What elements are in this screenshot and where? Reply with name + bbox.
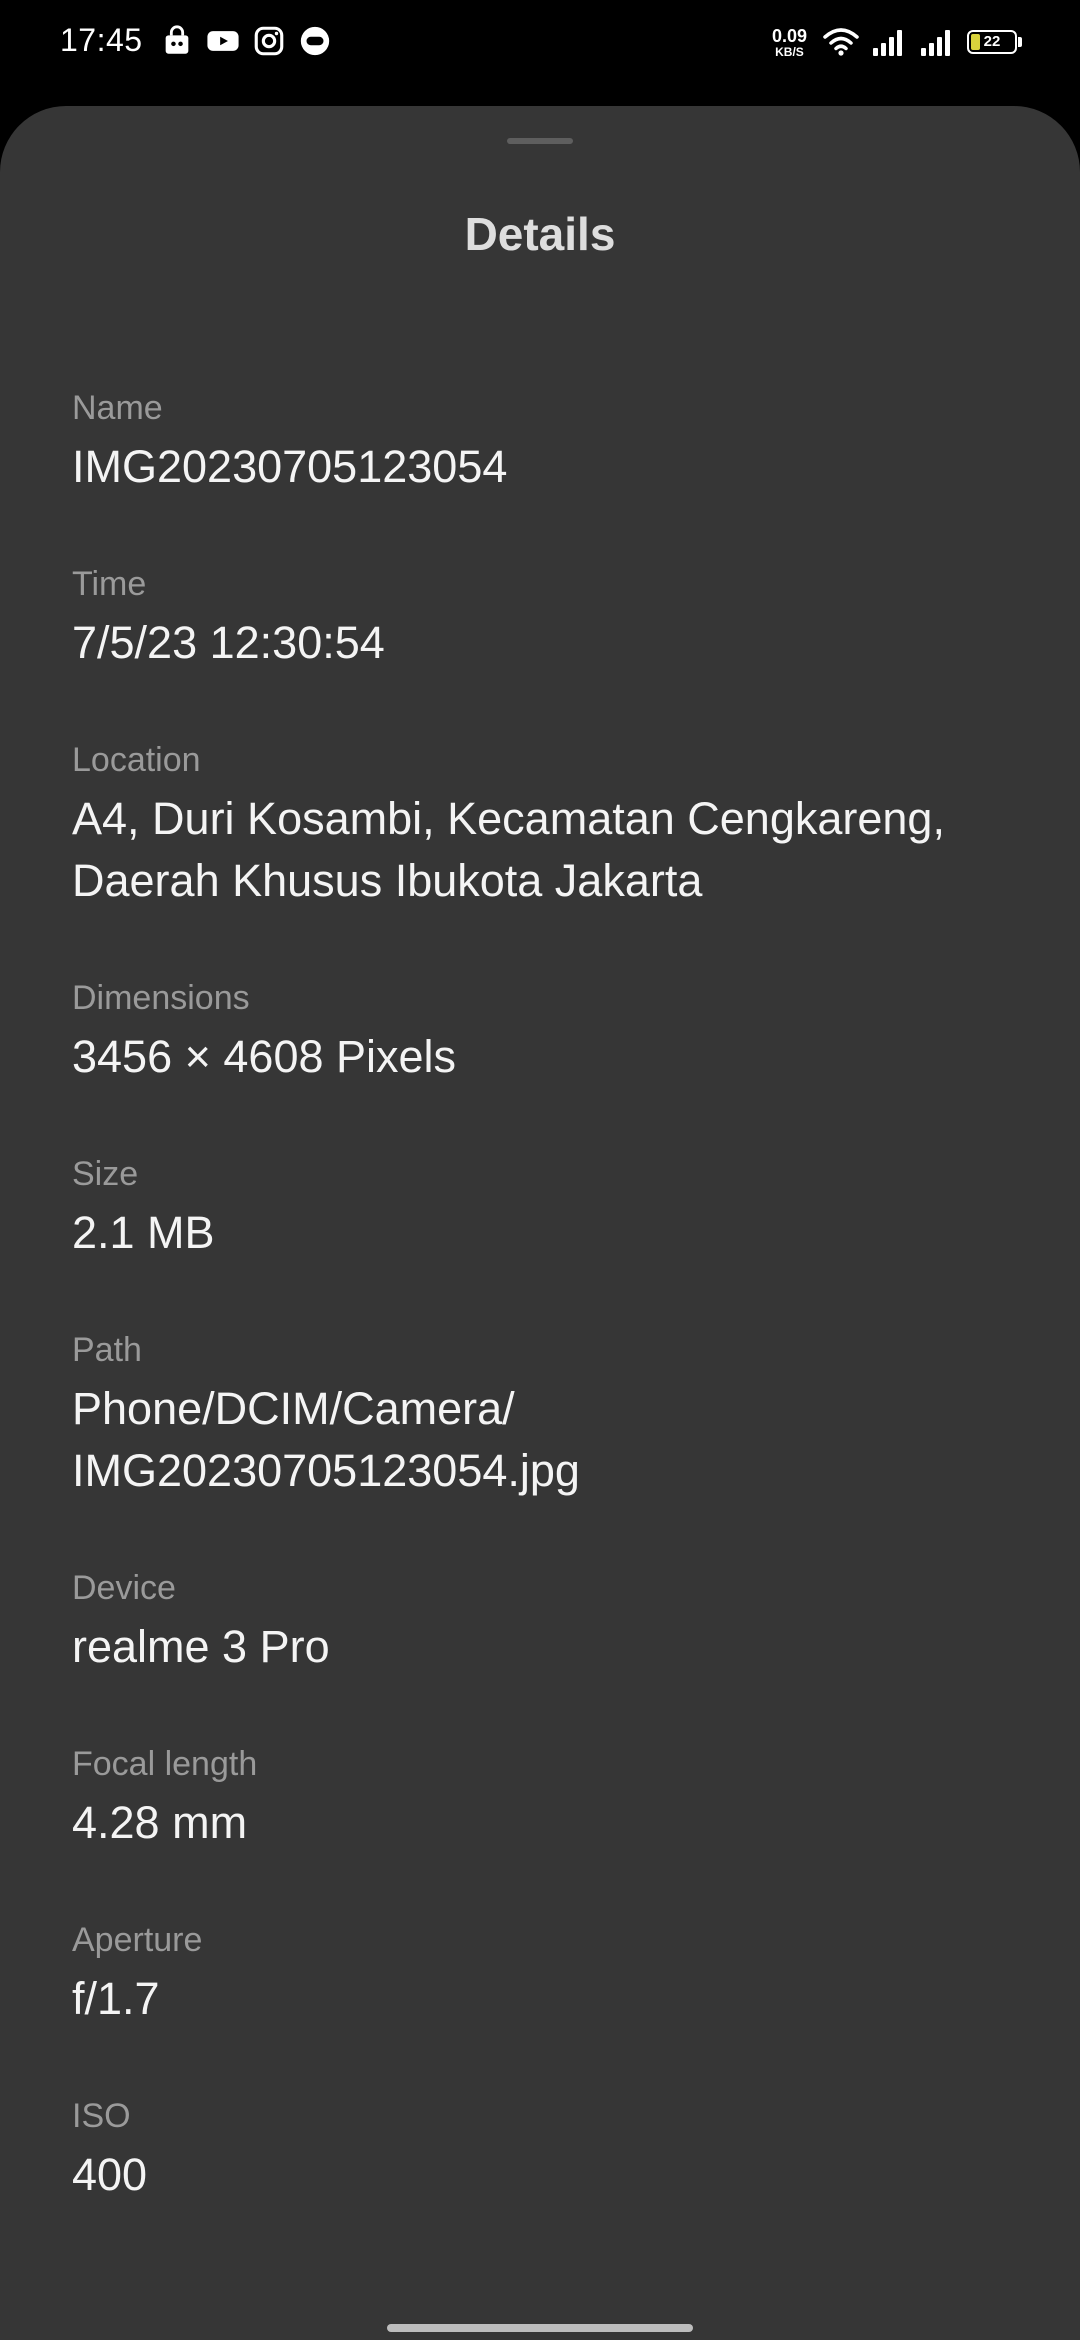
detail-item: Path Phone/DCIM/Camera/ IMG20230705123054…: [72, 1328, 1012, 1502]
network-speed: 0.09 KB/S: [772, 27, 807, 58]
detail-item: Size 2.1 MB: [72, 1152, 1012, 1264]
network-speed-value: 0.09: [771, 25, 807, 46]
detail-label: Location: [72, 741, 201, 779]
battery-icon: 22: [967, 30, 1017, 54]
notification-icons: [160, 24, 332, 58]
drag-handle[interactable]: [507, 138, 573, 144]
detail-label: Name: [72, 389, 163, 427]
detail-item: Device realme 3 Pro: [72, 1566, 1012, 1678]
detail-item: Location A4, Duri Kosambi, Kecamatan Ceng…: [72, 738, 1012, 912]
detail-label: Size: [72, 1155, 139, 1193]
detail-value: f/1.7: [72, 1973, 160, 2024]
signal-icon: [873, 30, 902, 56]
detail-label: Time: [72, 565, 147, 603]
signal-icon: [921, 30, 950, 56]
wifi-icon: [823, 28, 859, 56]
store-icon: [165, 25, 189, 54]
detail-item: Dimensions 3456 × 4608 Pixels: [72, 976, 1012, 1088]
sheet-title: Details: [464, 208, 616, 260]
status-time: 17:45: [60, 22, 143, 58]
detail-value: 4.28 mm: [72, 1797, 248, 1848]
detail-label: ISO: [72, 2097, 131, 2135]
details-bottom-sheet: Details Name IMG20230705123054 Time 7/5/23 …: [0, 106, 1080, 2340]
detail-label: Device: [72, 1569, 176, 1607]
detail-item: Name IMG20230705123054: [72, 386, 1012, 498]
detail-value: A4, Duri Kosambi, Kecamatan Cengkareng, …: [72, 793, 945, 906]
youtube-icon: [207, 31, 239, 51]
status-right-icons: 0.09 KB/S 22: [772, 22, 1022, 62]
detail-label: Path: [72, 1331, 142, 1369]
battery-cap: [1018, 37, 1022, 47]
detail-value: 3456 × 4608 Pixels: [72, 1031, 457, 1082]
instagram-icon: [254, 26, 284, 56]
detail-item: Time 7/5/23 12:30:54: [72, 562, 1012, 674]
detail-value: IMG20230705123054: [72, 441, 508, 492]
network-speed-unit: KB/S: [775, 44, 804, 59]
detail-item: Aperture f/1.7: [72, 1918, 1012, 2030]
detail-item: ISO 400: [72, 2094, 1012, 2206]
detail-value: 400: [72, 2149, 148, 2200]
detail-label: Focal length: [72, 1745, 258, 1783]
detail-value: Phone/DCIM/Camera/ IMG20230705123054.jpg: [72, 1383, 580, 1496]
detail-label: Dimensions: [72, 979, 250, 1017]
status-bar: 17:45 0.09 KB/S 22: [0, 0, 1080, 106]
detail-item: Focal length 4.28 mm: [72, 1742, 1012, 1854]
details-list: Name IMG20230705123054 Time 7/5/23 12:30:54…: [72, 386, 1012, 2270]
detail-value: realme 3 Pro: [72, 1621, 330, 1672]
detail-value: 2.1 MB: [72, 1207, 215, 1258]
detail-label: Aperture: [72, 1921, 203, 1959]
detail-value: 7/5/23 12:30:54: [72, 617, 385, 668]
chat-bubble-icon: [300, 26, 330, 56]
home-indicator[interactable]: [387, 2324, 693, 2332]
battery-level: 22: [983, 33, 1001, 50]
